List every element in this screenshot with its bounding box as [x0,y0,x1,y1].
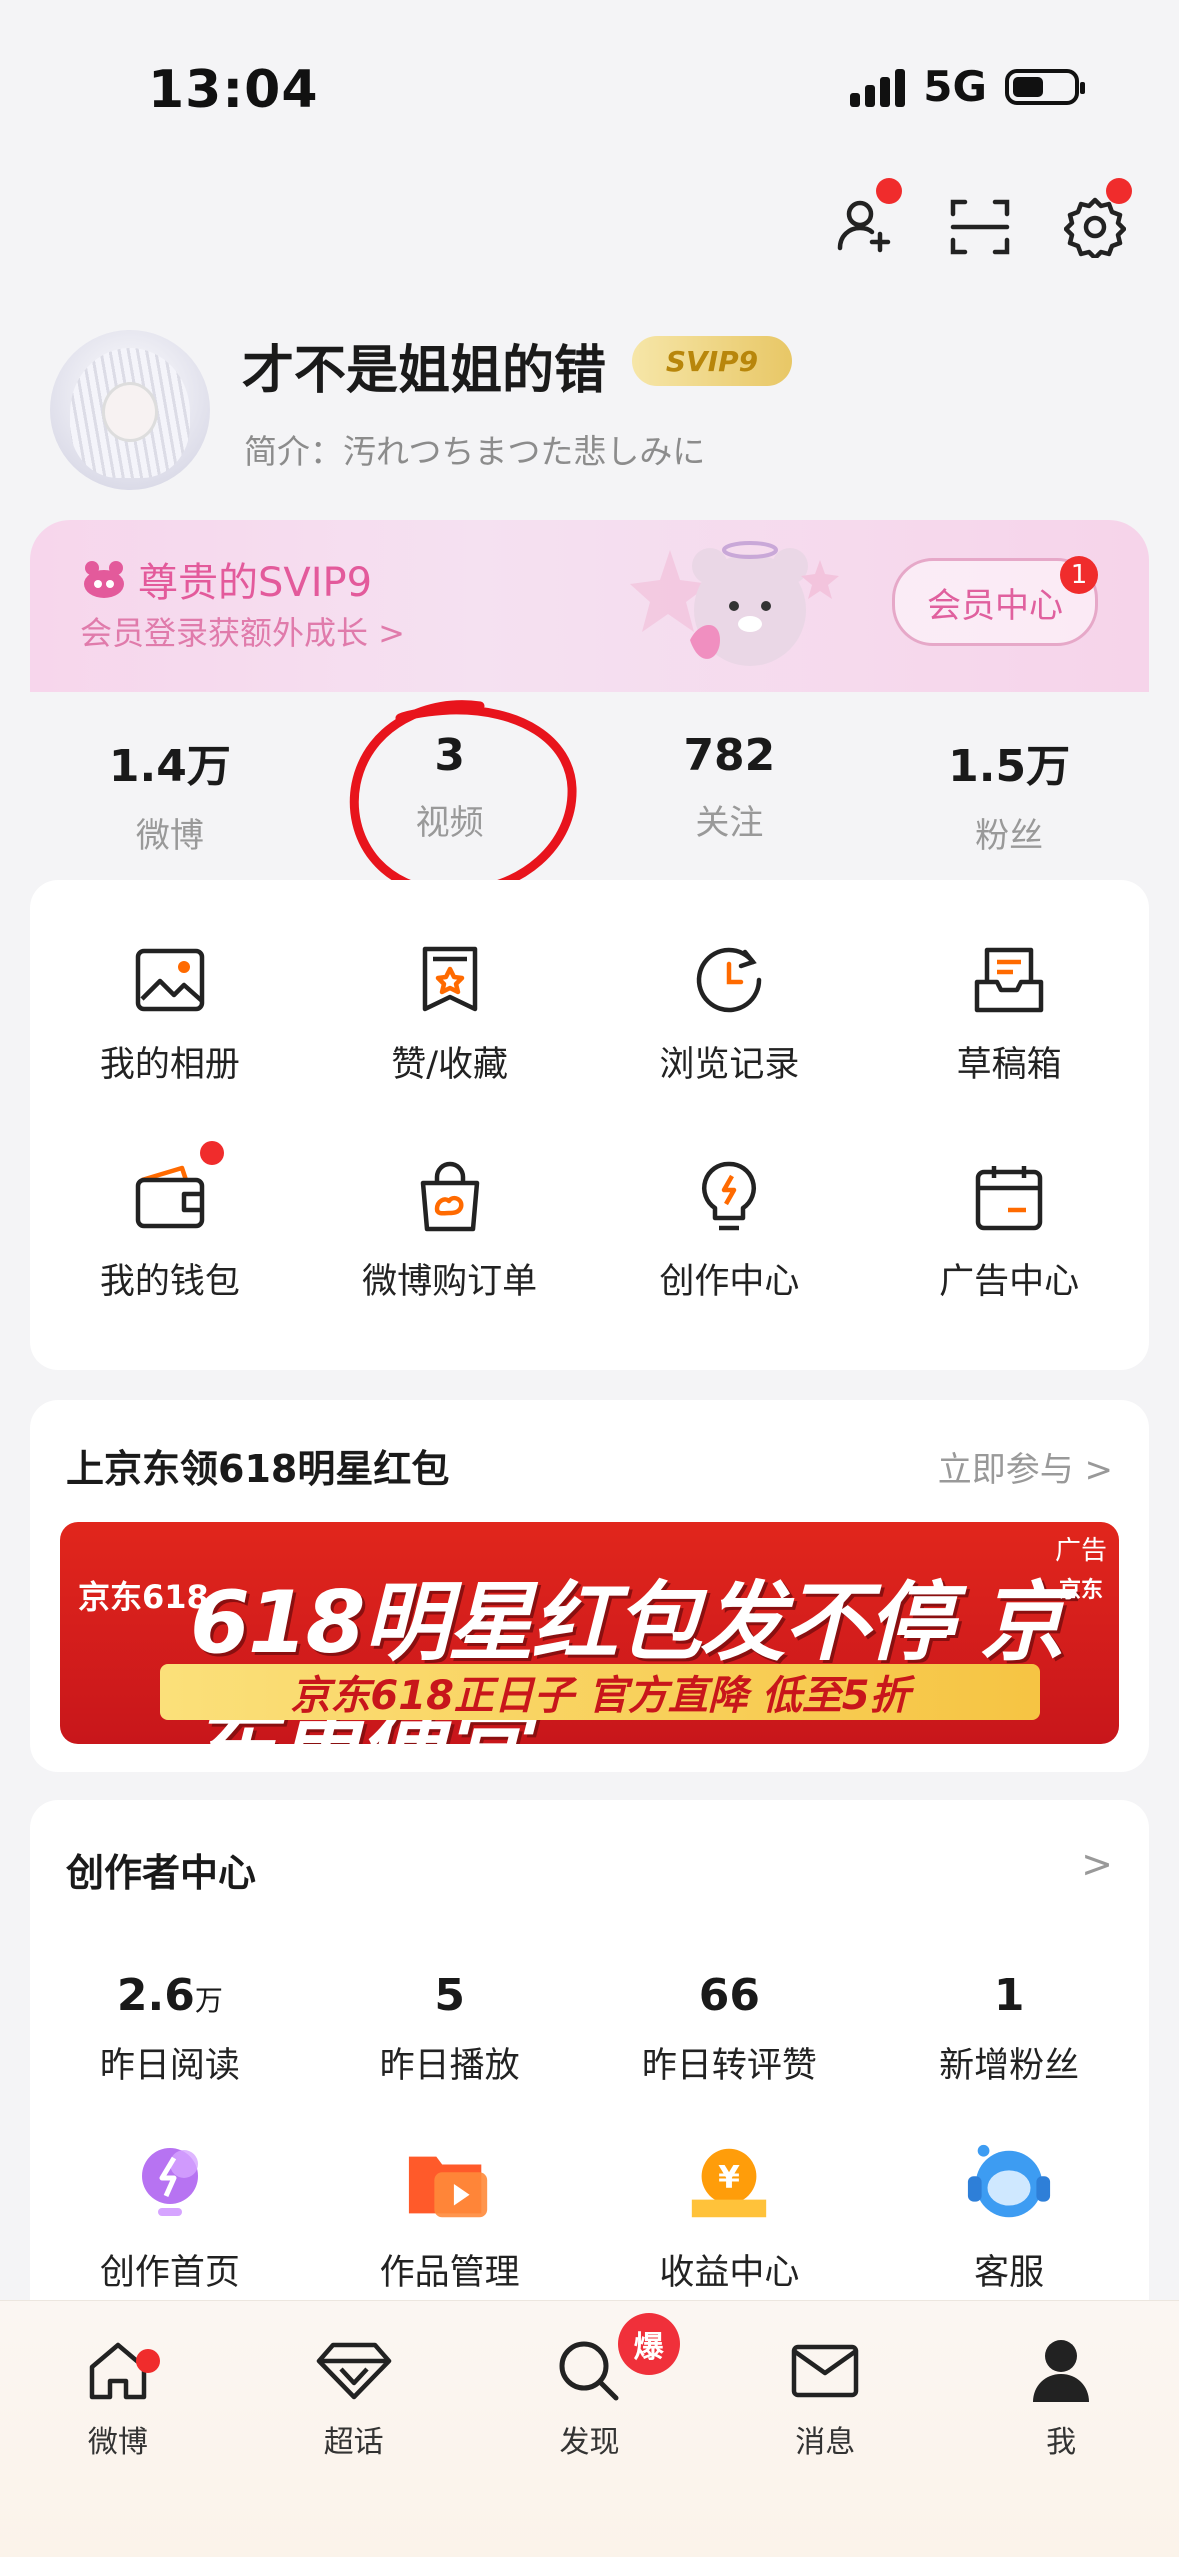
stat-interactions[interactable]: 66 昨日转评赞 [590,1970,870,2088]
bulb-lightning-icon [125,2140,215,2230]
notification-dot [1106,178,1132,204]
menu-item-likes[interactable]: 赞/收藏 [310,942,590,1087]
hot-badge: 爆 [617,2313,680,2375]
creator-card: 创作者中心 > 2.6万 昨日阅读 5 昨日播放 66 昨日转评赞 1 新增粉丝 [30,1800,1149,2340]
promo-card: 上京东领618明星红包 立即参与 > 京东618 618明星红包发不停 京东更便… [30,1400,1149,1772]
stat-weibo[interactable]: 1.4万 微博 [30,730,310,857]
username[interactable]: 才不是姐姐的错 [242,328,606,403]
notification-dot [136,2349,160,2373]
headset-icon [964,2140,1054,2230]
stat-reads[interactable]: 2.6万 昨日阅读 [30,1970,310,2088]
tool-creator-home[interactable]: 创作首页 [30,2140,310,2295]
red-circle-annotation [349,700,577,897]
person-icon [1021,2331,1101,2411]
chevron-right-icon[interactable]: > [1081,1842,1113,1886]
lightbulb-icon [691,1159,767,1235]
stat-followers[interactable]: 1.5万 粉丝 [869,730,1149,857]
tool-customer-service[interactable]: 客服 [869,2140,1149,2295]
bookmark-star-icon [412,942,488,1018]
wallet-icon [132,1159,208,1235]
ad-brand: 京东 [1058,1578,1103,1603]
calendar-icon [971,1159,1047,1235]
shopping-bag-icon [412,1159,488,1235]
menu-item-creation[interactable]: 创作中心 [590,1159,870,1304]
menu-item-drafts[interactable]: 草稿箱 [869,942,1149,1087]
creator-tools: 创作首页 作品管理 ¥ 收益中心 客服 [30,2140,1149,2295]
menu-item-album[interactable]: 我的相册 [30,942,310,1087]
bio[interactable]: 简介：汚れつちまつた悲しみに [244,425,705,473]
menu-item-orders[interactable]: 微博购订单 [310,1159,590,1304]
stat-plays[interactable]: 5 昨日播放 [310,1970,590,2088]
tab-weibo[interactable]: 微博 [0,2331,236,2461]
menu-card: 我的相册 赞/收藏 浏览记录 草稿箱 我的钱包 微博购订单 创作中心 广告中心 [30,880,1149,1370]
bear-illustration [630,541,839,666]
vip-title: 尊贵的SVIP9 [80,550,372,608]
tool-works-management[interactable]: 作品管理 [310,2140,590,2295]
notification-dot [200,1141,224,1165]
vip-subtitle[interactable]: 会员登录获额外成长 > [80,608,405,654]
tab-me[interactable]: 我 [943,2331,1179,2461]
mail-icon [785,2331,865,2411]
crown-icon [84,561,124,598]
ad-strip: 京东618正日子 官方直降 低至5折 [160,1664,1040,1720]
menu-item-wallet[interactable]: 我的钱包 [30,1141,310,1304]
scan-icon[interactable] [945,192,1015,262]
menu-item-history[interactable]: 浏览记录 [590,942,870,1087]
diamond-icon [314,2331,394,2411]
svg-text:¥: ¥ [718,2160,740,2196]
bottom-tab-bar: 微博 超话 爆 发现 消息 我 [0,2300,1179,2557]
stat-following[interactable]: 782 关注 [590,730,870,857]
avatar[interactable] [50,330,210,490]
yuan-coin-icon: ¥ [684,2140,774,2230]
stat-new-fans[interactable]: 1 新增粉丝 [869,1970,1149,2088]
ad-tag: 广告 [1054,1536,1107,1566]
creator-stats: 2.6万 昨日阅读 5 昨日播放 66 昨日转评赞 1 新增粉丝 [30,1970,1149,2088]
promo-title: 上京东领618明星红包 [66,1447,450,1491]
menu-item-ads[interactable]: 广告中心 [869,1159,1149,1304]
history-clock-icon [691,942,767,1018]
notification-dot [876,178,902,204]
signal-icon [850,67,906,107]
tab-discover[interactable]: 爆 发现 [472,2313,708,2461]
svip-badge[interactable]: SVIP9 [632,336,792,386]
creator-title: 创作者中心 [66,1851,257,1895]
tab-supertopic[interactable]: 超话 [236,2331,472,2461]
promo-join-link[interactable]: 立即参与 > [938,1442,1113,1491]
network-type: 5G [923,62,987,111]
drafts-tray-icon [971,942,1047,1018]
photo-album-icon [132,942,208,1018]
jd-ad-banner[interactable]: 京东618 618明星红包发不停 京东更便宜 京东618正日子 官方直降 低至5… [60,1522,1119,1744]
battery-icon [1005,68,1085,105]
video-play-icon [405,2140,495,2230]
member-center-badge: 1 [1060,556,1098,594]
tab-messages[interactable]: 消息 [707,2331,943,2461]
vip-banner[interactable]: 尊贵的SVIP9 会员登录获额外成长 > 会员中心 [30,520,1149,692]
status-time: 13:04 [148,60,319,120]
tool-earnings[interactable]: ¥ 收益中心 [590,2140,870,2295]
status-indicators: 5G [850,62,1085,111]
